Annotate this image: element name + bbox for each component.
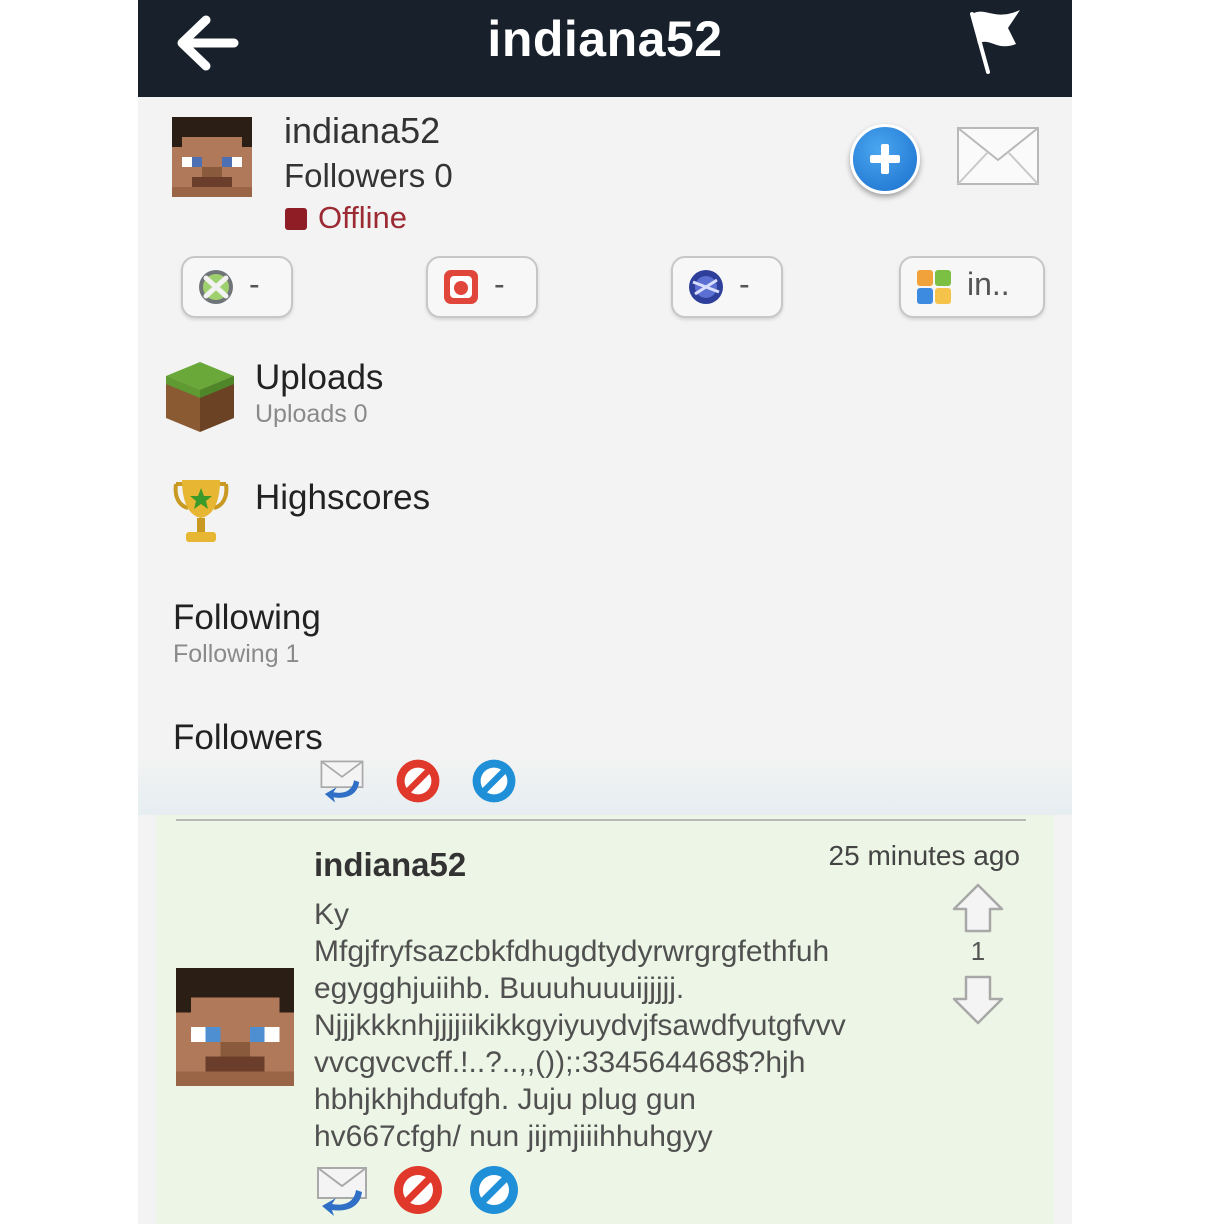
- platform-gamecenter-app-value: -: [494, 266, 505, 302]
- following-title[interactable]: Following: [173, 598, 321, 638]
- uploads-count: Uploads 0: [255, 400, 368, 428]
- comment-timestamp: 25 minutes ago: [828, 840, 1020, 871]
- platform-xbox-value: -: [249, 266, 260, 302]
- status-indicator: [285, 208, 307, 230]
- message-envelope-icon[interactable]: [956, 126, 1040, 186]
- reply-mail-icon[interactable]: [314, 758, 370, 806]
- divider: [176, 819, 1026, 821]
- game-center-icon: [917, 270, 951, 304]
- status-label: Offline: [318, 200, 408, 235]
- profile-followers-count: Followers 0: [284, 157, 453, 194]
- platform-game-center-value: in..: [967, 266, 1010, 302]
- followers-title[interactable]: Followers: [173, 718, 323, 758]
- app-screen: indiana52 indiana52 Followers 0 Offline: [138, 0, 1072, 1224]
- report-blue-icon[interactable]: [466, 756, 522, 806]
- trophy-icon[interactable]: [170, 478, 232, 548]
- platform-gamecenter-app-button[interactable]: -: [426, 256, 538, 318]
- report-blue-icon[interactable]: [466, 1162, 522, 1218]
- report-flag-icon[interactable]: [962, 4, 1028, 74]
- comment-avatar[interactable]: [176, 968, 294, 1086]
- uploads-title[interactable]: Uploads: [255, 358, 383, 398]
- grass-block-icon[interactable]: [164, 360, 236, 434]
- platform-playstation-value: -: [739, 266, 750, 302]
- xbox-icon: [199, 270, 233, 304]
- upvote-arrow-icon[interactable]: [950, 882, 1006, 934]
- highscores-title[interactable]: Highscores: [255, 478, 430, 518]
- comment-body: Ky Mfgjfryfsazcbkfdhugdtydyrwrgrgfethfuh…: [314, 898, 846, 1153]
- block-red-icon[interactable]: [390, 756, 446, 806]
- follow-button[interactable]: [850, 124, 920, 194]
- block-red-icon[interactable]: [390, 1162, 446, 1218]
- reply-mail-icon[interactable]: [314, 1164, 370, 1220]
- downvote-arrow-icon[interactable]: [950, 974, 1006, 1026]
- nav-bar: indiana52: [138, 0, 1072, 97]
- page-title: indiana52: [487, 11, 723, 67]
- playstation-icon: [689, 270, 723, 304]
- platform-game-center-button[interactable]: in..: [899, 256, 1045, 318]
- scroll-transition-band: [138, 755, 1072, 815]
- platform-playstation-button[interactable]: -: [671, 256, 783, 318]
- following-count: Following 1: [173, 640, 300, 668]
- avatar: [172, 117, 252, 197]
- vote-count: 1: [970, 936, 986, 966]
- platform-xbox-button[interactable]: -: [181, 256, 293, 318]
- comment-username[interactable]: indiana52: [314, 846, 466, 884]
- gamecenter-app-icon: [444, 270, 478, 304]
- profile-username: indiana52: [284, 110, 441, 151]
